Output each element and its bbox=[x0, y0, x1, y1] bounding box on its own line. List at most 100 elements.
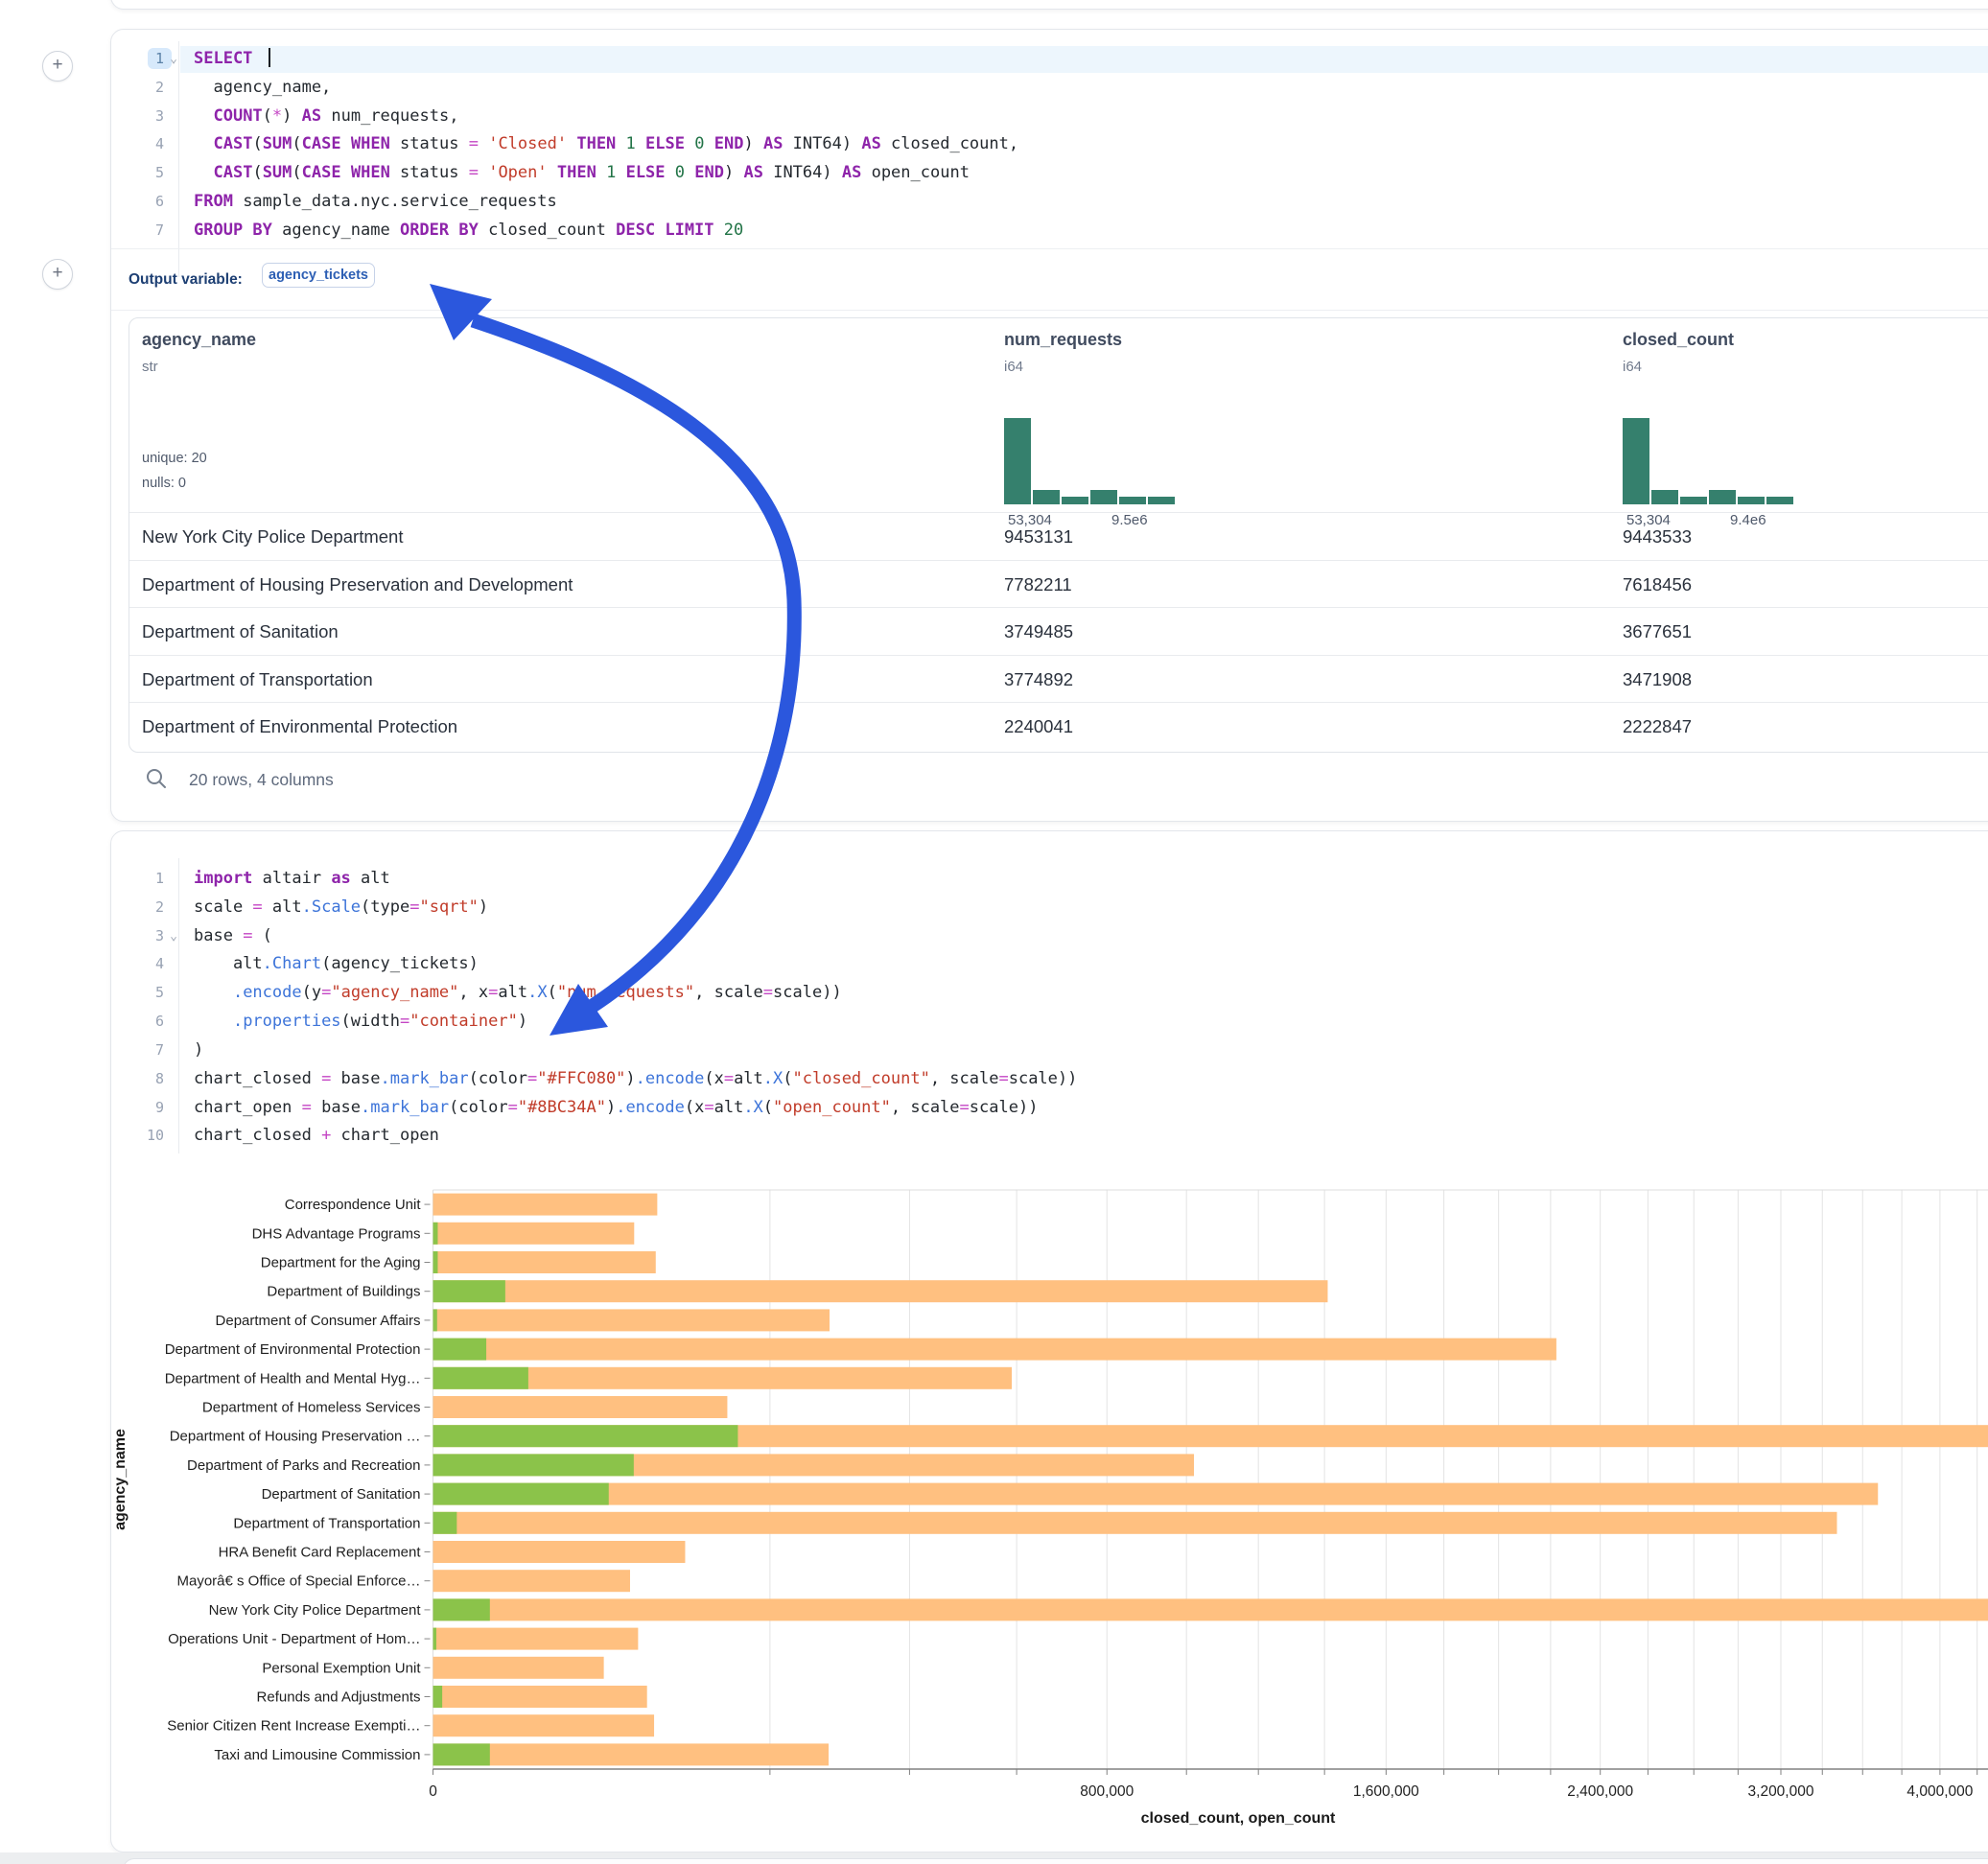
table-row[interactable]: Department of Transportation377489234719… bbox=[129, 655, 1988, 704]
code-line[interactable]: 2 agency_name, bbox=[111, 74, 1988, 103]
code-text: agency_name, bbox=[194, 74, 331, 103]
column-dtype: str bbox=[142, 359, 158, 375]
table-cell: 7618456 bbox=[1623, 561, 1692, 609]
bar-closed-count bbox=[433, 1512, 1837, 1534]
table-row[interactable]: New York City Police Department945313194… bbox=[129, 512, 1988, 561]
table-row-count: 20 rows, 4 columns bbox=[189, 770, 334, 790]
search-icon[interactable] bbox=[145, 767, 168, 790]
plus-icon: + bbox=[52, 263, 62, 283]
bar-closed-count bbox=[433, 1714, 655, 1736]
table-cell: 2240041 bbox=[1004, 703, 1073, 751]
y-axis-label: Taxi and Limousine Commission bbox=[214, 1747, 420, 1763]
x-tick-label: 3,200,000 bbox=[1748, 1783, 1814, 1800]
line-number: 3 bbox=[111, 103, 164, 131]
chevron-down-icon[interactable]: ⌄ bbox=[166, 45, 181, 74]
column-header[interactable]: agency_name bbox=[142, 330, 256, 350]
table-row[interactable]: Department of Environmental Protection 22… bbox=[129, 702, 1988, 751]
column-histogram bbox=[1004, 418, 1175, 504]
sql-editor[interactable]: 1⌄SELECT 2 agency_name,3 COUNT(*) AS num… bbox=[111, 45, 1988, 245]
y-axis-label: Personal Exemption Unit bbox=[262, 1660, 421, 1676]
column-stat: unique: 20 bbox=[142, 451, 207, 466]
y-axis-label: Department of Environmental Protection bbox=[165, 1341, 421, 1358]
bar-open-count bbox=[433, 1367, 528, 1389]
y-axis-label: DHS Advantage Programs bbox=[252, 1225, 421, 1242]
y-axis-label: HRA Benefit Card Replacement bbox=[219, 1545, 422, 1561]
bar-closed-count bbox=[433, 1251, 656, 1273]
y-axis-label: Department of Buildings bbox=[267, 1284, 420, 1300]
bar-open-count bbox=[433, 1628, 437, 1650]
y-axis-label: Refunds and Adjustments bbox=[257, 1689, 421, 1706]
y-axis-label: Correspondence Unit bbox=[285, 1197, 422, 1213]
histogram-bar bbox=[1766, 497, 1793, 504]
y-axis-label: Department of Health and Mental Hyg… bbox=[165, 1370, 421, 1386]
add-cell-button[interactable]: + bbox=[42, 259, 73, 290]
code-line[interactable]: 4 CAST(SUM(CASE WHEN status = 'Closed' T… bbox=[111, 130, 1988, 159]
bar-open-count bbox=[433, 1425, 738, 1447]
table-cell: 3774892 bbox=[1004, 656, 1073, 704]
y-axis-label: Department of Housing Preservation … bbox=[170, 1429, 421, 1445]
y-axis-label: Operations Unit - Department of Hom… bbox=[168, 1631, 420, 1647]
table-cell: 9453131 bbox=[1004, 513, 1073, 561]
code-line[interactable]: 5 CAST(SUM(CASE WHEN status = 'Open' THE… bbox=[111, 159, 1988, 188]
plus-icon: + bbox=[52, 55, 62, 75]
line-number: 1 bbox=[111, 45, 164, 74]
line-number: 7 bbox=[111, 217, 164, 245]
y-axis-label: Department of Consumer Affairs bbox=[216, 1313, 421, 1329]
y-axis-label: Department of Transportation bbox=[233, 1515, 420, 1531]
histogram-bar bbox=[1680, 497, 1707, 504]
column-header[interactable]: closed_count bbox=[1623, 330, 1734, 350]
text-caret bbox=[269, 48, 270, 67]
x-tick-label: 1,600,000 bbox=[1353, 1783, 1419, 1800]
code-line[interactable]: 6FROM sample_data.nyc.service_requests bbox=[111, 188, 1988, 217]
bar-closed-count bbox=[433, 1743, 830, 1765]
bar-closed-count bbox=[433, 1309, 830, 1331]
code-text: FROM sample_data.nyc.service_requests bbox=[194, 188, 557, 217]
result-table: agency_namestrunique: 20nulls: 0num_requ… bbox=[129, 317, 1988, 753]
bar-closed-count bbox=[433, 1686, 647, 1708]
bar-closed-count bbox=[433, 1223, 635, 1245]
x-tick-label: 800,000 bbox=[1080, 1783, 1134, 1800]
table-cell: 7782211 bbox=[1004, 561, 1072, 609]
column-histogram bbox=[1623, 418, 1793, 504]
y-axis-label: Mayorâ€ s Office of Special Enforce… bbox=[176, 1573, 420, 1590]
table-cell: Department of Housing Preservation and D… bbox=[142, 561, 573, 609]
y-axis-label: Department for the Aging bbox=[261, 1255, 421, 1271]
line-number: 5 bbox=[111, 159, 164, 188]
histogram-bar bbox=[1033, 490, 1060, 504]
bar-closed-count bbox=[433, 1598, 1988, 1620]
bar-open-count bbox=[433, 1280, 505, 1302]
code-text: GROUP BY agency_name ORDER BY closed_cou… bbox=[194, 217, 743, 245]
code-line[interactable]: 1⌄ SELECT bbox=[111, 45, 1988, 74]
bar-open-count bbox=[433, 1223, 438, 1245]
histogram-bar bbox=[1062, 497, 1088, 504]
bar-open-count bbox=[433, 1743, 490, 1765]
table-row[interactable]: Department of Sanitation37494853677651 bbox=[129, 607, 1988, 656]
table-cell: Department of Sanitation bbox=[142, 608, 339, 656]
bar-open-count bbox=[433, 1483, 609, 1505]
bar-open-count bbox=[433, 1309, 437, 1331]
x-tick-label: 0 bbox=[429, 1783, 437, 1800]
line-number: 2 bbox=[111, 74, 164, 103]
code-text: SELECT bbox=[194, 45, 270, 74]
table-cell: Department of Environmental Protection bbox=[142, 703, 457, 751]
code-line[interactable]: 3 COUNT(*) AS num_requests, bbox=[111, 103, 1988, 131]
table-row[interactable]: Department of Housing Preservation and D… bbox=[129, 560, 1988, 609]
code-text: COUNT(*) AS num_requests, bbox=[194, 103, 458, 131]
table-cell: New York City Police Department bbox=[142, 513, 403, 561]
column-dtype: i64 bbox=[1004, 359, 1023, 375]
bar-open-count bbox=[433, 1598, 490, 1620]
output-variable-pill[interactable]: agency_tickets bbox=[262, 263, 375, 288]
histogram-bar bbox=[1148, 497, 1175, 504]
column-dtype: i64 bbox=[1623, 359, 1642, 375]
code-line[interactable]: 7 GROUP BY agency_name ORDER BY closed_co… bbox=[111, 217, 1988, 245]
python-cell-card: 1import altair as alt2scale = alt.Scale(… bbox=[110, 830, 1988, 1852]
active-line-highlight bbox=[180, 46, 1988, 73]
y-axis-label: Department of Parks and Recreation bbox=[187, 1457, 420, 1474]
histogram-bar bbox=[1709, 490, 1736, 504]
y-axis-title: agency_name bbox=[112, 1429, 129, 1530]
table-cell: 3677651 bbox=[1623, 608, 1692, 656]
column-header[interactable]: num_requests bbox=[1004, 330, 1122, 350]
add-cell-button[interactable]: + bbox=[42, 51, 73, 82]
bar-open-count bbox=[433, 1251, 438, 1273]
y-axis-label: Department of Sanitation bbox=[262, 1486, 421, 1503]
